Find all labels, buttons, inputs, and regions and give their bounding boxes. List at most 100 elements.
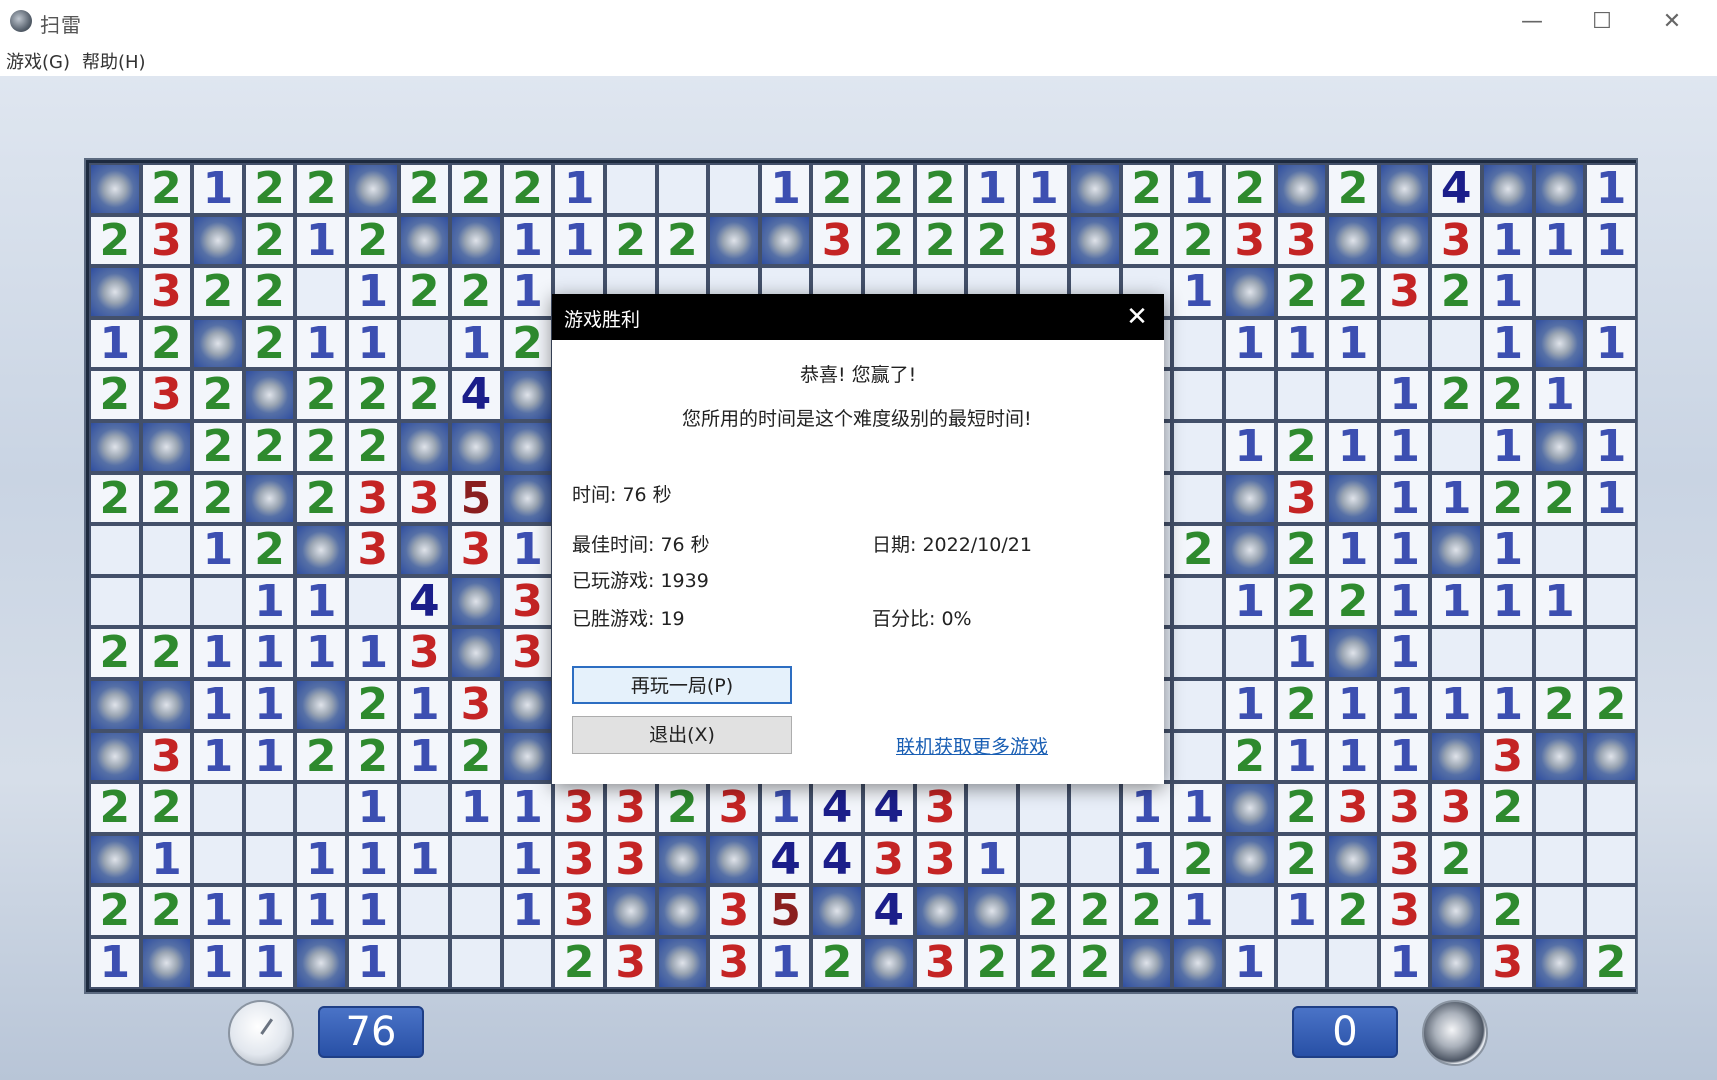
number-cell[interactable]: 1 bbox=[1224, 420, 1276, 473]
number-cell[interactable]: 1 bbox=[1482, 214, 1534, 267]
number-cell[interactable]: 2 bbox=[1327, 885, 1379, 937]
mine-cell[interactable] bbox=[811, 885, 863, 937]
mine-cell[interactable] bbox=[140, 420, 193, 473]
number-cell[interactable]: 2 bbox=[140, 885, 193, 937]
mine-cell[interactable] bbox=[501, 472, 554, 525]
number-cell[interactable]: 2 bbox=[295, 163, 347, 215]
mine-cell[interactable] bbox=[1120, 936, 1173, 989]
number-cell[interactable]: 1 bbox=[1224, 678, 1276, 731]
number-cell[interactable]: 2 bbox=[914, 214, 967, 267]
empty-cell[interactable] bbox=[1224, 369, 1276, 421]
number-cell[interactable]: 3 bbox=[140, 214, 193, 267]
empty-cell[interactable] bbox=[1533, 266, 1586, 318]
empty-cell[interactable] bbox=[1224, 627, 1276, 679]
number-cell[interactable]: 3 bbox=[1017, 214, 1070, 267]
number-cell[interactable]: 1 bbox=[1275, 627, 1328, 679]
number-cell[interactable]: 1 bbox=[1172, 266, 1225, 318]
number-cell[interactable]: 1 bbox=[450, 317, 502, 370]
empty-cell[interactable] bbox=[1172, 627, 1225, 679]
number-cell[interactable]: 1 bbox=[1378, 420, 1431, 473]
number-cell[interactable]: 2 bbox=[243, 214, 296, 267]
number-cell[interactable]: 2 bbox=[295, 369, 347, 421]
empty-cell[interactable] bbox=[1172, 730, 1225, 783]
number-cell[interactable]: 2 bbox=[1533, 472, 1586, 525]
mine-cell[interactable] bbox=[450, 575, 502, 628]
mine-cell[interactable] bbox=[1533, 420, 1586, 473]
number-cell[interactable]: 2 bbox=[1172, 524, 1225, 576]
mine-cell[interactable] bbox=[656, 833, 709, 886]
empty-cell[interactable] bbox=[966, 782, 1018, 834]
number-cell[interactable]: 1 bbox=[243, 575, 296, 628]
mine-cell[interactable] bbox=[1069, 214, 1121, 267]
number-cell[interactable]: 4 bbox=[1430, 163, 1483, 215]
number-cell[interactable]: 3 bbox=[450, 678, 502, 731]
empty-cell[interactable] bbox=[192, 782, 244, 834]
number-cell[interactable]: 1 bbox=[1327, 524, 1379, 576]
close-icon[interactable]: ✕ bbox=[1120, 300, 1154, 334]
number-cell[interactable]: 1 bbox=[1224, 317, 1276, 370]
number-cell[interactable]: 1 bbox=[1327, 678, 1379, 731]
menu-game[interactable]: 游戏(G) bbox=[6, 48, 70, 74]
number-cell[interactable]: 1 bbox=[501, 782, 554, 834]
number-cell[interactable]: 1 bbox=[346, 317, 399, 370]
close-button[interactable]: ✕ bbox=[1637, 0, 1707, 44]
number-cell[interactable]: 2 bbox=[1327, 575, 1379, 628]
number-cell[interactable]: 2 bbox=[1120, 214, 1173, 267]
number-cell[interactable]: 1 bbox=[192, 163, 244, 215]
number-cell[interactable]: 2 bbox=[192, 369, 244, 421]
number-cell[interactable]: 2 bbox=[1585, 936, 1637, 989]
mine-cell[interactable] bbox=[89, 833, 141, 886]
number-cell[interactable]: 2 bbox=[1224, 730, 1276, 783]
number-cell[interactable]: 2 bbox=[89, 214, 141, 267]
number-cell[interactable]: 2 bbox=[811, 936, 863, 989]
number-cell[interactable]: 1 bbox=[1017, 163, 1070, 215]
number-cell[interactable]: 1 bbox=[1378, 678, 1431, 731]
number-cell[interactable]: 1 bbox=[1172, 885, 1225, 937]
empty-cell[interactable] bbox=[192, 575, 244, 628]
number-cell[interactable]: 2 bbox=[346, 214, 399, 267]
mine-cell[interactable] bbox=[89, 266, 141, 318]
number-cell[interactable]: 2 bbox=[1172, 214, 1225, 267]
number-cell[interactable]: 2 bbox=[1482, 782, 1534, 834]
empty-cell[interactable] bbox=[1585, 575, 1637, 628]
number-cell[interactable]: 3 bbox=[708, 782, 760, 834]
number-cell[interactable]: 3 bbox=[914, 782, 967, 834]
number-cell[interactable]: 2 bbox=[1275, 420, 1328, 473]
number-cell[interactable]: 1 bbox=[1482, 420, 1534, 473]
empty-cell[interactable] bbox=[1585, 627, 1637, 679]
empty-cell[interactable] bbox=[243, 833, 296, 886]
number-cell[interactable]: 4 bbox=[450, 369, 502, 421]
mine-cell[interactable] bbox=[295, 524, 347, 576]
mine-cell[interactable] bbox=[1224, 782, 1276, 834]
number-cell[interactable]: 1 bbox=[1378, 936, 1431, 989]
empty-cell[interactable] bbox=[1017, 782, 1070, 834]
number-cell[interactable]: 1 bbox=[1482, 524, 1534, 576]
mine-cell[interactable] bbox=[89, 163, 141, 215]
mine-cell[interactable] bbox=[1533, 317, 1586, 370]
empty-cell[interactable] bbox=[1585, 266, 1637, 318]
number-cell[interactable]: 3 bbox=[604, 833, 657, 886]
mine-cell[interactable] bbox=[708, 833, 760, 886]
number-cell[interactable]: 1 bbox=[1378, 575, 1431, 628]
number-cell[interactable]: 2 bbox=[192, 266, 244, 318]
number-cell[interactable]: 3 bbox=[604, 936, 657, 989]
number-cell[interactable]: 1 bbox=[1585, 472, 1637, 525]
number-cell[interactable]: 2 bbox=[140, 627, 193, 679]
mine-cell[interactable] bbox=[604, 885, 657, 937]
number-cell[interactable]: 2 bbox=[398, 369, 451, 421]
mine-cell[interactable] bbox=[1430, 524, 1483, 576]
number-cell[interactable]: 2 bbox=[966, 214, 1018, 267]
empty-cell[interactable] bbox=[1533, 627, 1586, 679]
number-cell[interactable]: 1 bbox=[295, 833, 347, 886]
number-cell[interactable]: 5 bbox=[759, 885, 812, 937]
empty-cell[interactable] bbox=[1172, 420, 1225, 473]
mine-cell[interactable] bbox=[243, 369, 296, 421]
mine-cell[interactable] bbox=[1430, 730, 1483, 783]
mine-cell[interactable] bbox=[759, 214, 812, 267]
number-cell[interactable]: 1 bbox=[295, 214, 347, 267]
empty-cell[interactable] bbox=[1585, 782, 1637, 834]
number-cell[interactable]: 1 bbox=[1275, 317, 1328, 370]
mine-cell[interactable] bbox=[140, 678, 193, 731]
number-cell[interactable]: 2 bbox=[398, 163, 451, 215]
number-cell[interactable]: 2 bbox=[1430, 266, 1483, 318]
